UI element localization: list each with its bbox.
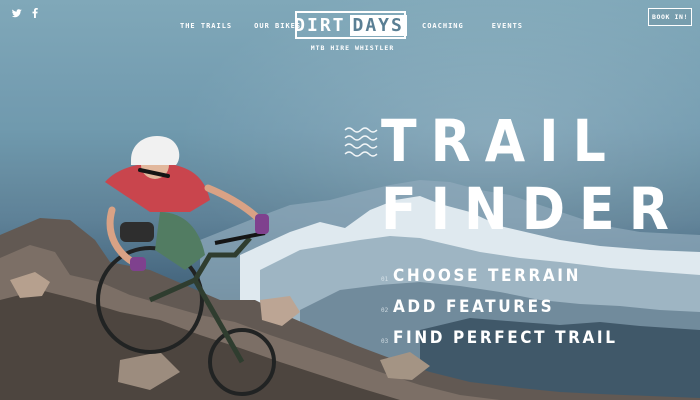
nav-the-trails[interactable]: THE TRAILS bbox=[180, 22, 232, 30]
nav-right: COACHING EVENTS bbox=[422, 22, 523, 30]
nav-left: THE TRAILS OUR BIKES bbox=[180, 22, 301, 30]
waves-icon bbox=[344, 127, 378, 157]
hero-title-finder: FINDER bbox=[381, 175, 683, 243]
step-number: 02 bbox=[381, 307, 389, 314]
hero-title-trail: TRAIL bbox=[381, 107, 620, 175]
step-number: 01 bbox=[381, 276, 389, 283]
twitter-icon[interactable] bbox=[12, 8, 22, 18]
step-choose-terrain[interactable]: 01 CHOOSE TERRAIN bbox=[381, 266, 618, 297]
nav-events[interactable]: EVENTS bbox=[492, 22, 523, 30]
step-find-perfect-trail[interactable]: 03 FIND PERFECT TRAIL bbox=[381, 328, 618, 359]
finder-steps: 01 CHOOSE TERRAIN 02 ADD FEATURES 03 FIN… bbox=[381, 266, 618, 359]
brand-word-days: DAYS bbox=[349, 14, 407, 36]
brand: DIRT DAYS MTB HIRE WHISTLER bbox=[294, 11, 410, 52]
hero-section: THE TRAILS OUR BIKES DIRT DAYS MTB HIRE … bbox=[0, 0, 700, 400]
brand-logo[interactable]: DIRT DAYS bbox=[294, 11, 407, 39]
brand-word-dirt: DIRT bbox=[294, 14, 346, 36]
book-in-button[interactable]: BOOK IN! bbox=[648, 8, 692, 26]
step-label: CHOOSE TERRAIN bbox=[393, 266, 581, 286]
step-label: FIND PERFECT TRAIL bbox=[393, 328, 618, 348]
social-links bbox=[12, 8, 40, 18]
step-add-features[interactable]: 02 ADD FEATURES bbox=[381, 297, 618, 328]
brand-tagline: MTB HIRE WHISTLER bbox=[310, 44, 395, 52]
nav-coaching[interactable]: COACHING bbox=[422, 22, 464, 30]
facebook-icon[interactable] bbox=[30, 8, 40, 18]
step-number: 03 bbox=[381, 338, 389, 345]
step-label: ADD FEATURES bbox=[393, 297, 555, 317]
